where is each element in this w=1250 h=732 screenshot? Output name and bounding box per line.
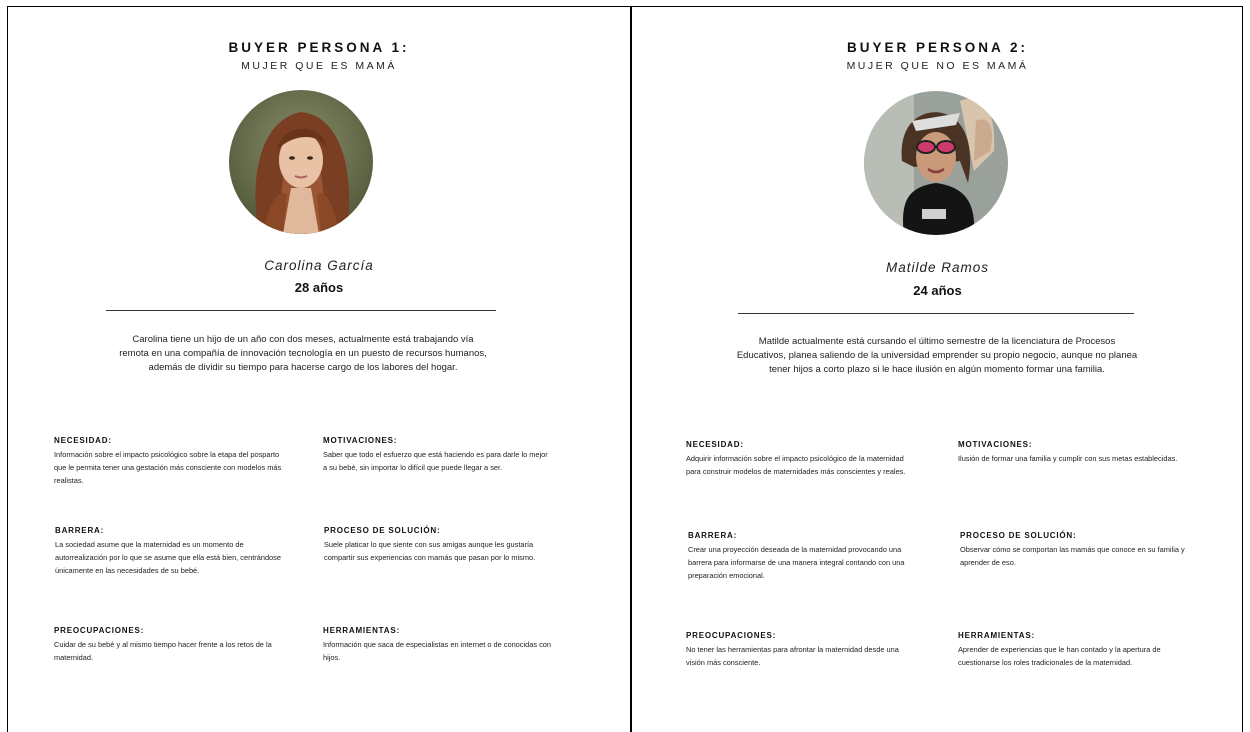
motivaciones-label: MOTIVACIONES: bbox=[958, 440, 1033, 449]
herramientas-text: Aprender de experiencias que le han cont… bbox=[958, 645, 1161, 668]
barrera-label: BARRERA: bbox=[688, 531, 738, 540]
proceso-text: Suele platicar lo que siente con sus ami… bbox=[324, 540, 536, 563]
necesidad-text: Adquirir información sobre el impacto ps… bbox=[686, 454, 906, 477]
persona-1-divider bbox=[106, 310, 496, 311]
persona-2-title: BUYER PERSONA 2: bbox=[846, 40, 1029, 55]
persona-1-name: Carolina García bbox=[264, 258, 374, 273]
necesidad-text: Información sobre el impacto psicológico… bbox=[54, 450, 282, 486]
persona-1-bio: Carolina tiene un hijo de un año con dos… bbox=[119, 334, 487, 373]
persona-2-panel: BUYER PERSONA 2: MUJER QUE NO ES MAMÁ Ma… bbox=[632, 0, 1243, 732]
buyer-persona-sheet: BUYER PERSONA 1: MUJER QUE ES MAMÁ Carol… bbox=[0, 0, 1250, 732]
persona-1-preocupaciones: PREOCUPACIONES: Cuidar de su bebé y al m… bbox=[54, 626, 284, 664]
preocupaciones-label: PREOCUPACIONES: bbox=[686, 631, 777, 640]
preocupaciones-text: Cuidar de su bebé y al mismo tiempo hace… bbox=[54, 640, 272, 663]
persona-2-subtitle: MUJER QUE NO ES MAMÁ bbox=[846, 60, 1029, 72]
persona-1-necesidad: NECESIDAD: Información sobre el impacto … bbox=[54, 436, 284, 488]
persona-1-motivaciones: MOTIVACIONES: Saber que todo el esfuerzo… bbox=[323, 436, 553, 474]
herramientas-label: HERRAMIENTAS: bbox=[958, 631, 1035, 640]
barrera-text: Crear una proyección deseada de la mater… bbox=[688, 545, 905, 581]
persona-2-bio: Matilde actualmente está cursando el últ… bbox=[736, 336, 1138, 375]
persona-1-subtitle: MUJER QUE ES MAMÁ bbox=[241, 60, 397, 72]
persona-2-necesidad: NECESIDAD: Adquirir información sobre el… bbox=[686, 440, 916, 478]
motivaciones-text: Saber que todo el esfuerzo que está haci… bbox=[323, 450, 548, 473]
persona-2-name: Matilde Ramos bbox=[885, 260, 990, 275]
motivaciones-text: Ilusión de formar una familia y cumplir … bbox=[958, 454, 1178, 463]
motivaciones-label: MOTIVACIONES: bbox=[323, 436, 398, 445]
persona-1-age: 28 años bbox=[294, 280, 344, 295]
herramientas-text: Información que saca de especialistas en… bbox=[323, 640, 552, 663]
persona-2-proceso: PROCESO DE SOLUCIÓN: Observar cómo se co… bbox=[960, 531, 1190, 569]
persona-1-photo bbox=[229, 90, 373, 234]
preocupaciones-text: No tener las herramientas para afrontar … bbox=[686, 645, 899, 668]
proceso-label: PROCESO DE SOLUCIÓN: bbox=[960, 531, 1077, 540]
preocupaciones-label: PREOCUPACIONES: bbox=[54, 626, 145, 635]
persona-2-photo bbox=[864, 91, 1008, 235]
persona-1-barrera: BARRERA: La sociedad asume que la matern… bbox=[55, 526, 285, 578]
proceso-label: PROCESO DE SOLUCIÓN: bbox=[324, 526, 441, 535]
necesidad-label: NECESIDAD: bbox=[54, 436, 112, 445]
persona-1-proceso: PROCESO DE SOLUCIÓN: Suele platicar lo q… bbox=[324, 526, 554, 564]
persona-2-barrera: BARRERA: Crear una proyección deseada de… bbox=[688, 531, 918, 583]
persona-2-herramientas: HERRAMIENTAS: Aprender de experiencias q… bbox=[958, 631, 1188, 669]
herramientas-label: HERRAMIENTAS: bbox=[323, 626, 400, 635]
persona-1-herramientas: HERRAMIENTAS: Información que saca de es… bbox=[323, 626, 553, 664]
persona-2-preocupaciones: PREOCUPACIONES: No tener las herramienta… bbox=[686, 631, 916, 669]
necesidad-label: NECESIDAD: bbox=[686, 440, 744, 449]
persona-2-divider bbox=[738, 313, 1134, 314]
persona-1-panel: BUYER PERSONA 1: MUJER QUE ES MAMÁ Carol… bbox=[8, 0, 630, 732]
barrera-label: BARRERA: bbox=[55, 526, 105, 535]
persona-1-title: BUYER PERSONA 1: bbox=[228, 40, 410, 55]
persona-2-age: 24 años bbox=[913, 283, 962, 298]
barrera-text: La sociedad asume que la maternidad es u… bbox=[55, 540, 281, 576]
proceso-text: Observar cómo se comportan las mamás que… bbox=[960, 545, 1185, 568]
persona-2-motivaciones: MOTIVACIONES: Ilusión de formar una fami… bbox=[958, 440, 1188, 465]
